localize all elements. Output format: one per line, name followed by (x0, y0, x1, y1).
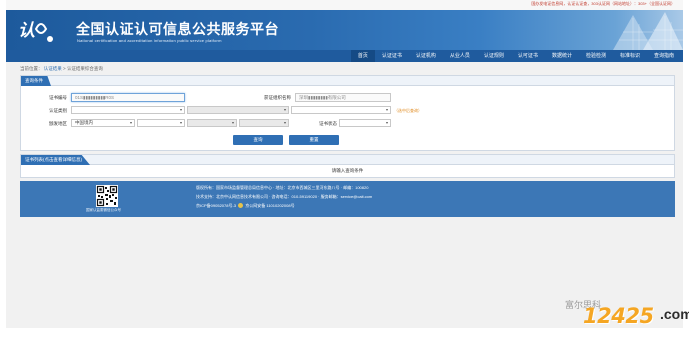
chevron-down-icon: ▾ (283, 107, 286, 112)
nav-item-accreditation[interactable]: 认可证书 (511, 50, 545, 62)
city-select[interactable]: ▾ (187, 119, 237, 127)
nav-item-home[interactable]: 首页 (350, 50, 375, 62)
breadcrumb-separator: > (63, 66, 66, 71)
cert-no-label: 证书编号 (49, 95, 67, 100)
region-select-value: 中国境内 (75, 120, 93, 125)
cert-subtype-select[interactable]: ▾ (187, 106, 289, 114)
breadcrumb-prefix: 当前位置： (20, 66, 43, 71)
status-label: 证书状态 (319, 121, 337, 126)
cert-project-select[interactable]: ▾ (291, 106, 391, 114)
org-name-input[interactable]: 深圳▮▮▮▮▮▮▮▮有限公司 (295, 93, 391, 102)
police-badge-icon (238, 203, 244, 209)
watermark-suffix: .com (660, 306, 689, 322)
svg-text:认: 认 (18, 21, 35, 41)
cert-type-select[interactable]: ▾ (71, 106, 185, 114)
results-empty-message: 请输入查询条件 (331, 168, 364, 173)
chevron-down-icon: ▾ (385, 107, 388, 112)
select-hint: （选中后查询） (394, 108, 422, 113)
qr-caption: 国家认监委微信公众号 (86, 208, 121, 212)
reset-button[interactable]: 重置 (289, 135, 339, 145)
nav-item-guide[interactable]: 查询指南 (647, 50, 681, 62)
chevron-down-icon: ▾ (179, 120, 182, 125)
breadcrumb-current: 认证结果综合查询 (66, 66, 103, 71)
main-navigation: 首页 认证证书 认证机构 从业人员 认证规则 认可证书 数据统计 检验检测 标准… (6, 50, 683, 62)
nav-item-testing[interactable]: 检验检测 (579, 50, 613, 62)
query-panel: 查询条件 证书编号 01S▮▮▮▮▮▮▮▮▮R0S 获证组织名称 深圳▮▮▮▮▮… (20, 75, 675, 151)
page-frame: 国办发电证信息网，认证认证查，303认证网（网站地址）：303+（全国认证网） … (6, 0, 683, 328)
footer-icp[interactable]: 京ICP备09052078号-3 (196, 203, 236, 208)
site-header: 认 全国认证认可信息公共服务平台 National certification … (6, 10, 683, 50)
footer-police[interactable]: 京公网安备 11010202008号 (245, 203, 294, 208)
chevron-down-icon: ▾ (385, 120, 388, 125)
nav-item-statistics[interactable]: 数据统计 (545, 50, 579, 62)
query-panel-header: 查询条件 (21, 76, 674, 86)
nav-item-standards[interactable]: 标准标识 (613, 50, 647, 62)
nav-item-rules[interactable]: 认证规则 (477, 50, 511, 62)
region-select[interactable]: 中国境内 ▾ (71, 119, 135, 127)
top-notice-text[interactable]: 国办发电证信息网，认证认证查，303认证网（网站地址）：303+（全国认证网） (531, 1, 675, 7)
top-notice-bar: 国办发电证信息网，认证认证查，303认证网（网站地址）：303+（全国认证网） (6, 0, 683, 10)
query-button[interactable]: 查询 (233, 135, 283, 145)
chevron-down-icon: ▾ (283, 120, 286, 125)
results-panel-header: 证书列表(点击查看详细信息) (21, 155, 674, 165)
footer-registration: 京ICP备09052078号-3 京公网安备 11010202008号 (196, 203, 295, 209)
chevron-down-icon: ▾ (179, 107, 182, 112)
nav-item-certificates[interactable]: 认证证书 (375, 50, 409, 62)
site-subtitle: National certification and accreditation… (77, 38, 222, 43)
site-footer: 国家认监委微信公众号 版权所有：国家市场监督管理总局信息中心 · 地址：北京市西… (20, 181, 675, 217)
footer-copyright: 版权所有：国家市场监督管理总局信息中心 · 地址：北京市西城区三里河东路八号 ·… (196, 185, 369, 190)
breadcrumb-link[interactable]: 认证结果 (44, 66, 62, 71)
nav-item-agencies[interactable]: 认证机构 (409, 50, 443, 62)
wechat-qr-code-icon (96, 185, 118, 207)
nav-item-personnel[interactable]: 从业人员 (443, 50, 477, 62)
breadcrumb: 当前位置： 认证结果 > 认证结果综合查询 (20, 66, 103, 72)
province-select[interactable]: ▾ (137, 119, 185, 127)
watermark-number: 12425 (583, 304, 654, 328)
org-name-label: 获证组织名称 (264, 95, 291, 100)
district-select[interactable]: ▾ (239, 119, 289, 127)
results-panel-tab: 证书列表(点击查看详细信息) (21, 155, 90, 165)
results-panel: 证书列表(点击查看详细信息) 请输入查询条件 (20, 154, 675, 178)
cert-no-input[interactable]: 01S▮▮▮▮▮▮▮▮▮R0S (71, 93, 185, 102)
region-label: 颁发地区 (49, 121, 67, 126)
header-building-graphic (613, 12, 683, 50)
site-title: 全国认证认可信息公共服务平台 (76, 21, 279, 37)
cert-type-label: 认证类别 (49, 108, 67, 113)
status-select[interactable]: ▾ (339, 119, 391, 127)
footer-tech-support: 技术支持：北京中认网信息技术有限公司 · 咨询电话：010-59119020 ·… (196, 194, 373, 199)
chevron-down-icon: ▾ (129, 120, 132, 125)
chevron-down-icon: ▾ (231, 120, 234, 125)
query-panel-tab: 查询条件 (21, 76, 51, 86)
site-logo-icon[interactable]: 认 (16, 15, 56, 45)
